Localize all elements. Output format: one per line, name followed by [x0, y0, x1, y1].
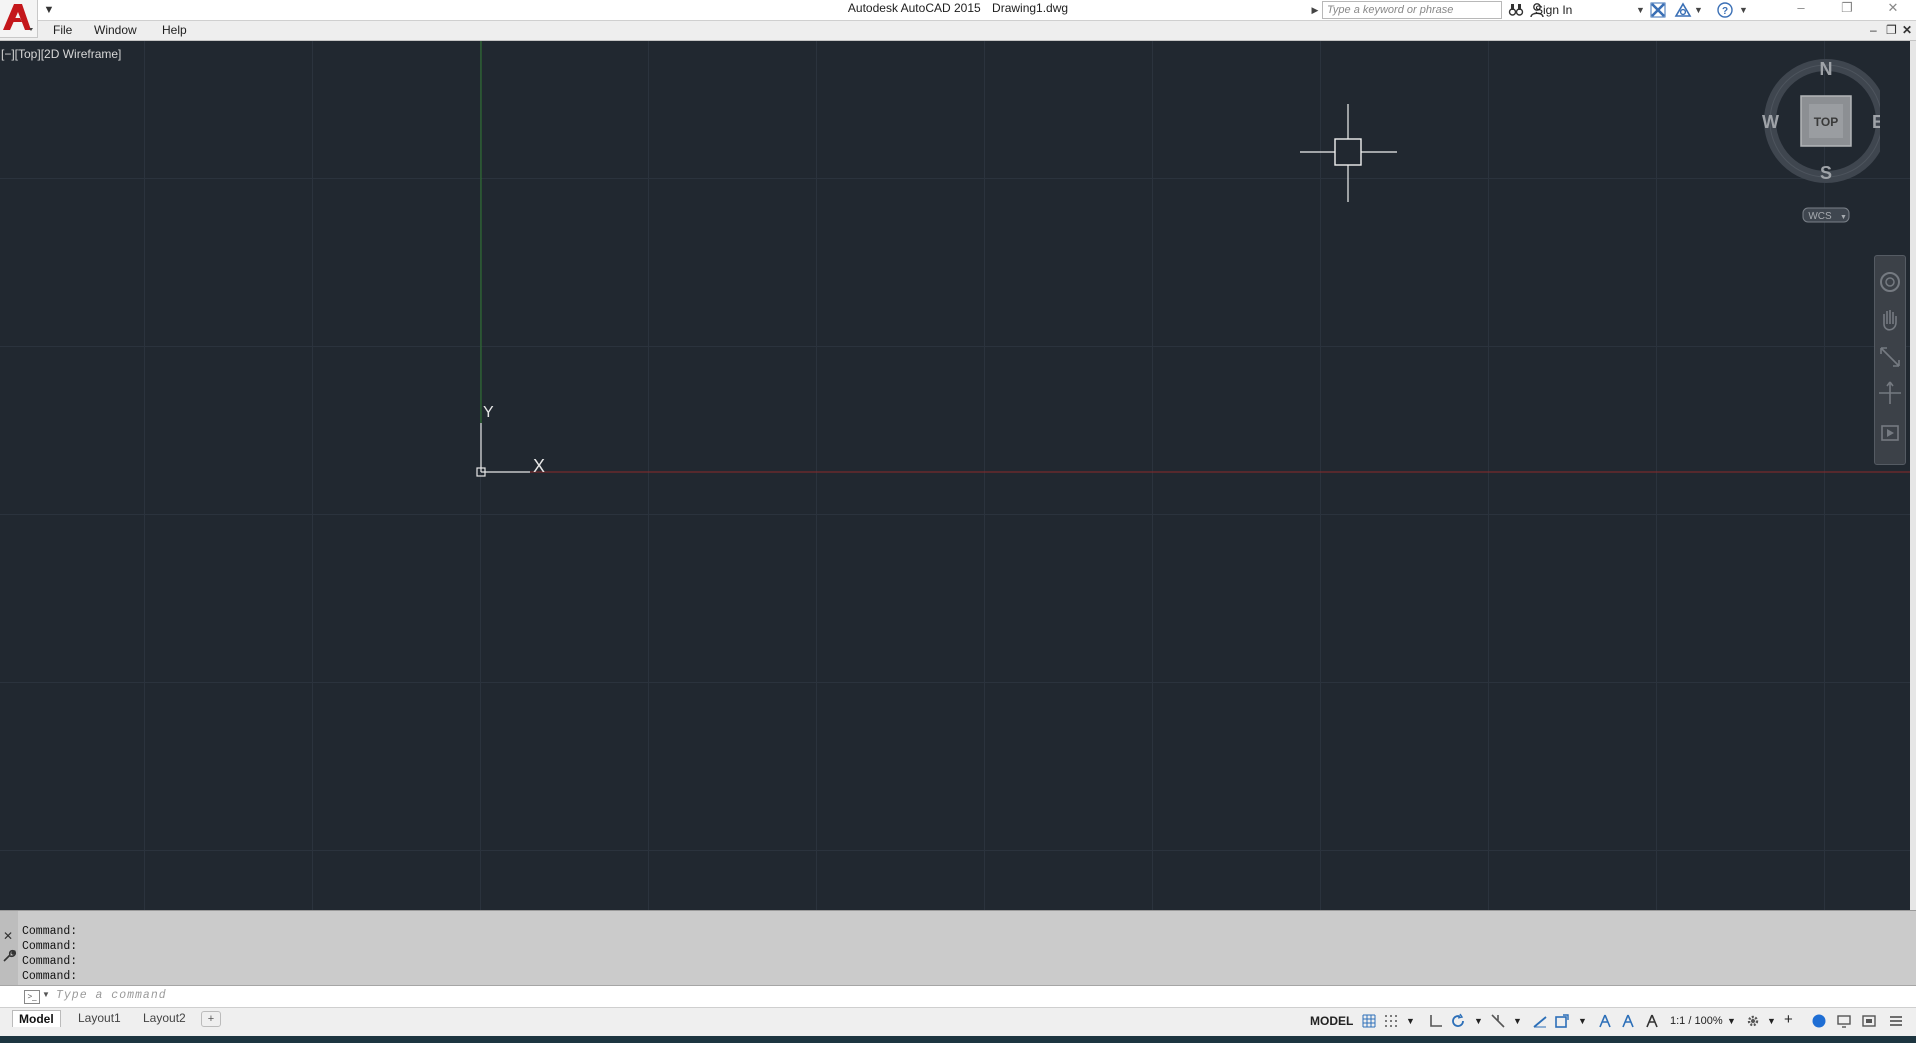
document-close-icon[interactable]: ✕	[1902, 21, 1912, 40]
polar-icon[interactable]	[1450, 1013, 1466, 1033]
window-title: Autodesk AutoCAD 2015 Drawing1.dwg	[0, 0, 1916, 20]
orbit-icon	[1879, 381, 1901, 404]
command-input-placeholder: Type a command	[56, 989, 167, 1002]
isodraft-icon[interactable]	[1490, 1013, 1506, 1033]
annotation-scale-icon[interactable]	[1644, 1013, 1660, 1033]
hamburger-menu-icon[interactable]	[1888, 1013, 1904, 1033]
menu-help[interactable]: Help	[162, 21, 187, 40]
zoom-extents-icon	[1880, 347, 1900, 367]
command-history-line: Command:	[22, 925, 78, 938]
autodesk-360-icon[interactable]	[1674, 2, 1692, 18]
wcs-label: WCS	[1808, 211, 1832, 222]
menu-file[interactable]: File	[53, 21, 72, 40]
gear-icon[interactable]	[1745, 1013, 1761, 1033]
compass-west: W	[1762, 112, 1779, 132]
sign-in-dropdown-icon[interactable]: ▼	[1636, 2, 1645, 18]
document-minimize-icon[interactable]: –	[1870, 21, 1877, 40]
ucs-x-label: X	[533, 456, 545, 476]
clean-screen-icon[interactable]	[1861, 1013, 1877, 1033]
command-history-line: Command:	[22, 940, 78, 953]
compass-south: S	[1820, 163, 1832, 183]
tab-model[interactable]: Model	[12, 1010, 61, 1027]
annotation-visibility-icon[interactable]	[1597, 1013, 1613, 1033]
app-title: Autodesk AutoCAD 2015	[847, 1, 981, 15]
crosshair-cursor	[1300, 104, 1397, 202]
search-expand-icon[interactable]: ▶	[1309, 2, 1321, 18]
osnap-icon[interactable]	[1554, 1013, 1570, 1033]
tab-layout1[interactable]: Layout1	[72, 1010, 127, 1026]
isodraft-dropdown-icon[interactable]: ▼	[1513, 1013, 1522, 1029]
command-line-handle[interactable]: ✕	[0, 911, 18, 986]
title-bar: ▼ Autodesk AutoCAD 2015 Drawing1.dwg ▶ T…	[0, 0, 1916, 21]
annotation-scale-value[interactable]: 1:1 / 100%	[1670, 1013, 1723, 1029]
tab-layout2[interactable]: Layout2	[137, 1010, 192, 1026]
steering-wheel-icon	[1880, 272, 1900, 292]
auto-scale-icon[interactable]	[1620, 1013, 1636, 1033]
annotation-monitor-icon[interactable]: +	[1784, 1012, 1793, 1027]
autocad-logo-icon	[3, 4, 33, 31]
canvas-overlay: Y X	[476, 41, 1910, 477]
add-layout-icon[interactable]: +	[201, 1011, 221, 1027]
drawing-area[interactable]: [−][Top][2D Wireframe] Y X TOP N S E W W…	[0, 41, 1910, 910]
search-input[interactable]: Type a keyword or phrase	[1322, 1, 1502, 19]
menu-bar: File Window Help – ❐ ✕	[0, 21, 1916, 41]
isolate-objects-icon[interactable]	[1811, 1013, 1827, 1033]
ortho-icon[interactable]	[1428, 1013, 1444, 1033]
document-title: Drawing1.dwg	[992, 1, 1069, 15]
workspace-dropdown-icon[interactable]: ▼	[1767, 1013, 1776, 1029]
command-history-line: Command:	[22, 955, 78, 968]
ucs-icon: Y X	[476, 404, 545, 477]
osnap-dropdown-icon[interactable]: ▼	[1578, 1013, 1587, 1029]
polar-dropdown-icon[interactable]: ▼	[1474, 1013, 1483, 1029]
snap-dropdown-icon[interactable]: ▼	[1406, 1013, 1415, 1029]
document-restore-icon[interactable]: ❐	[1886, 21, 1897, 40]
compass-east: E	[1872, 112, 1880, 132]
close-command-line-icon[interactable]: ✕	[3, 929, 13, 943]
compass-north: N	[1820, 59, 1833, 79]
svg-text:?: ?	[1722, 6, 1728, 17]
quick-access-dropdown-icon[interactable]: ▼	[40, 0, 58, 20]
taskbar-edge	[0, 1036, 1916, 1043]
minimize-icon[interactable]: –	[1778, 0, 1824, 18]
osnap-tracking-icon[interactable]	[1532, 1013, 1548, 1033]
viewcube-face-label: TOP	[1814, 115, 1838, 129]
ucs-y-label: Y	[483, 404, 494, 421]
pan-hand-icon	[1883, 310, 1897, 331]
help-icon[interactable]: ?	[1717, 2, 1733, 18]
restore-icon[interactable]: ❐	[1824, 0, 1870, 18]
snap-icon[interactable]	[1383, 1013, 1399, 1033]
command-input[interactable]: >_ ▼ Type a command	[0, 985, 1916, 1007]
close-icon[interactable]: ✕	[1870, 0, 1916, 18]
help-dropdown-icon[interactable]: ▼	[1739, 2, 1748, 18]
svg-text:▼: ▼	[1840, 214, 1847, 221]
recent-commands-dropdown-icon[interactable]: ▼	[42, 990, 50, 999]
hardware-acceleration-icon[interactable]	[1836, 1013, 1852, 1033]
binoculars-icon[interactable]	[1508, 2, 1524, 18]
sign-in-button[interactable]: Sign In	[1535, 0, 1572, 20]
exchange-x-icon[interactable]	[1650, 2, 1666, 18]
annotation-scale-dropdown-icon[interactable]: ▼	[1727, 1013, 1736, 1029]
command-history-panel: ✕ Command: Command: Command: Command:	[0, 910, 1916, 986]
model-space-button[interactable]: MODEL	[1310, 1013, 1353, 1029]
command-history-line: Command:	[22, 970, 78, 983]
a360-dropdown-icon[interactable]: ▼	[1694, 2, 1703, 18]
viewcube[interactable]: TOP N S E W WCS ▼	[1760, 55, 1880, 235]
status-bar: Model Layout1 Layout2 + MODEL ▼ ▼ ▼ ▼ 1:…	[0, 1007, 1916, 1036]
wrench-icon[interactable]	[2, 949, 16, 968]
command-prompt-icon[interactable]: >_	[24, 990, 40, 1004]
navigation-bar[interactable]	[1874, 255, 1906, 465]
menu-window[interactable]: Window	[94, 21, 137, 40]
window-right-edge	[1910, 41, 1916, 910]
grid-icon[interactable]	[1361, 1013, 1377, 1033]
application-menu-button[interactable]	[0, 0, 38, 38]
